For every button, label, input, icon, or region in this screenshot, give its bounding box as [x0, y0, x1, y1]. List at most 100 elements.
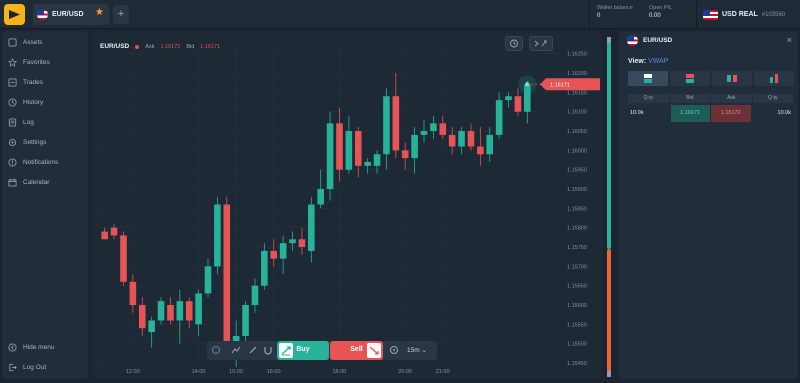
hide-menu-button[interactable]: Hide menu — [8, 340, 54, 354]
col-bid: Bid — [669, 94, 710, 103]
candle-body — [486, 134, 494, 155]
timer-icon[interactable] — [211, 345, 221, 355]
candle-body — [467, 131, 475, 147]
top-bar: EUR/USD ★ + Wallet balance 0 Open P/L 0.… — [0, 0, 800, 29]
account-selector[interactable]: USD REAL #103560 — [699, 5, 795, 24]
bid-price[interactable]: 1.16171 — [670, 105, 710, 122]
view-bid-ask-button[interactable] — [670, 71, 710, 86]
y-tick-label: 1.16050 — [567, 129, 587, 135]
sidebar: Assets Favorites Trades History Log Sett… — [2, 31, 88, 379]
candle-body — [214, 204, 221, 267]
candle-body — [317, 189, 324, 205]
view-both-button[interactable] — [628, 71, 668, 86]
sidebar-item-log[interactable]: Log — [8, 115, 34, 129]
depth-icon — [770, 74, 778, 83]
candle-body — [514, 96, 522, 112]
log-icon — [8, 117, 17, 127]
arrow-draw-icon — [534, 40, 547, 47]
x-tick-label: 15:00 — [229, 369, 243, 375]
wallet-value: 0 — [597, 13, 601, 19]
candle-body — [195, 293, 202, 325]
price-tag — [540, 78, 600, 91]
sidebar-item-label: History — [23, 98, 44, 106]
sentiment-bar — [607, 37, 611, 377]
col-qty-bid: Q-ty — [628, 94, 669, 103]
chart-panel[interactable]: 1.16250 1.16200 1.16150 1.16100 1.16050 1.160… — [92, 31, 602, 379]
favorite-star-icon[interactable]: ★ — [95, 7, 104, 18]
y-tick-label: 1.15750 — [567, 245, 587, 251]
sidebar-item-trades[interactable]: Trades — [8, 75, 43, 89]
candle-body — [270, 250, 278, 259]
chevron-down-icon: ⌄ — [421, 347, 427, 354]
pencil-icon[interactable] — [248, 345, 258, 355]
buy-button[interactable]: Buy — [277, 341, 329, 360]
candle-body — [185, 301, 193, 321]
candle-body — [420, 131, 428, 135]
y-tick-label: 1.16150 — [567, 90, 587, 96]
add-tab-button[interactable]: + — [113, 5, 129, 24]
candle-body — [138, 305, 146, 329]
sidebar-item-label: Favorites — [23, 58, 50, 66]
sidebar-item-label: Log — [23, 118, 34, 126]
sidebar-item-settings[interactable]: Settings — [8, 135, 47, 149]
tab-eur-usd[interactable]: EUR/USD ★ — [33, 4, 109, 25]
x-tick-label: 16:00 — [267, 369, 281, 375]
target-icon[interactable] — [389, 345, 399, 355]
panel-header: EUR/USD — [627, 35, 672, 46]
x-tick-label: 18:00 — [332, 369, 346, 375]
buy-label: Buy — [296, 346, 310, 353]
magnet-icon[interactable] — [263, 345, 273, 355]
account-currency: USD REAL — [722, 11, 758, 18]
sell-button[interactable]: Sell — [330, 341, 383, 360]
sidebar-item-favorites[interactable]: Favorites — [8, 55, 50, 69]
candle-body — [373, 154, 381, 166]
sidebar-item-history[interactable]: History — [8, 95, 43, 109]
candle-body — [223, 204, 231, 352]
chart-settings-button[interactable] — [529, 36, 553, 51]
y-tick-label: 1.15600 — [567, 303, 587, 309]
columns-icon — [727, 75, 737, 82]
bid-label: Bid — [186, 43, 195, 50]
ask-qty: 10.0k — [777, 110, 791, 116]
both-view-icon — [644, 74, 652, 83]
candle-body — [458, 131, 465, 147]
app-logo[interactable] — [4, 4, 25, 25]
bell-icon — [8, 157, 17, 167]
calendar-icon — [8, 178, 17, 187]
candle-body — [110, 227, 118, 236]
view-depth-button[interactable] — [754, 71, 794, 86]
y-tick-label: 1.15950 — [567, 168, 587, 174]
sidebar-item-label: Trades — [23, 78, 43, 86]
y-tick-label: 1.15900 — [567, 187, 587, 193]
sidebar-item-calendar[interactable]: Calendar — [8, 175, 49, 189]
sidebar-item-assets[interactable]: Assets — [8, 35, 43, 49]
panel-symbol: EUR/USD — [643, 37, 673, 44]
history-icon — [8, 97, 17, 107]
orderbook-row[interactable]: 10.0k 1.16171 1.16172 10.0k — [628, 105, 793, 122]
divider — [589, 0, 590, 29]
view-selector: View: VWAP — [628, 58, 668, 65]
assets-icon — [8, 37, 17, 47]
ask-label: Ask — [145, 43, 155, 50]
price-tag-label: 1.16171 — [550, 82, 570, 88]
ask-price[interactable]: 1.16172 — [711, 105, 751, 122]
timeframe-selector[interactable]: 15m ⌄ — [407, 346, 427, 354]
orderbook-header: Q-ty Bid Ask Q-ty — [628, 94, 793, 103]
star-icon — [8, 57, 17, 67]
close-icon[interactable]: × — [787, 35, 792, 45]
log-out-button[interactable]: Log Out — [8, 360, 46, 374]
timeframe-value: 15m — [407, 347, 420, 354]
eur-flag-icon — [37, 9, 48, 20]
x-tick-label: 21:00 — [436, 369, 450, 375]
clock-button[interactable] — [505, 36, 523, 51]
sidebar-item-notifications[interactable]: Notifications — [8, 155, 58, 169]
bid-value: 1.16171 — [200, 43, 221, 50]
view-columns-button[interactable] — [712, 71, 752, 86]
indicators-icon[interactable] — [231, 345, 241, 355]
candlestick-chart[interactable]: 1.16250 1.16200 1.16150 1.16100 1.16050 1.160… — [92, 31, 602, 379]
candle-body — [364, 161, 371, 166]
candle-body — [383, 96, 390, 155]
gear-icon — [8, 138, 17, 146]
x-tick-label: 14:00 — [192, 369, 206, 375]
ask-value: 1.16172 — [160, 43, 181, 50]
